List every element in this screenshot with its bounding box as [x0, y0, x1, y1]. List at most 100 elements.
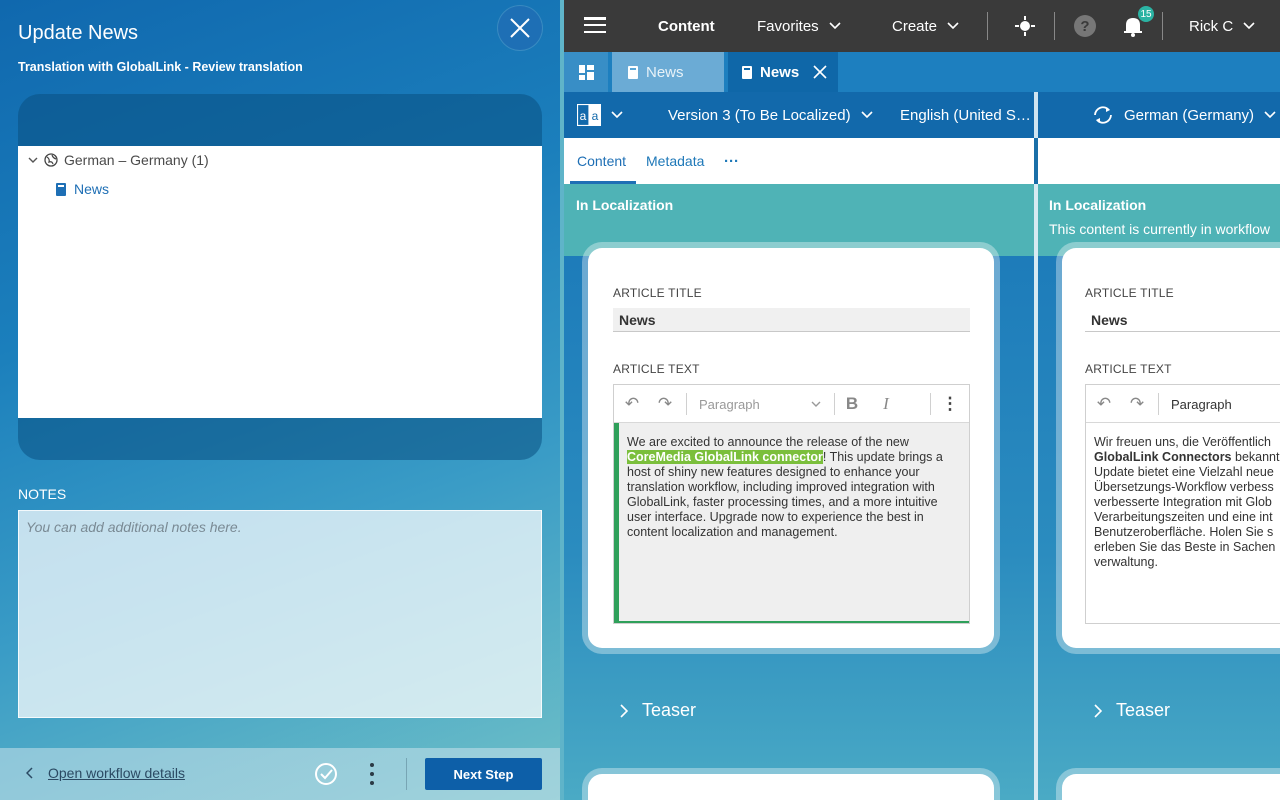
notes-label: NOTES: [18, 486, 67, 502]
nav-create[interactable]: Create: [892, 0, 959, 52]
article-title-input[interactable]: News: [1085, 308, 1280, 332]
teaser-label: Teaser: [642, 700, 697, 720]
next-card: [1062, 774, 1280, 800]
teaser-section[interactable]: Teaser: [620, 700, 696, 721]
source-column: In Localization ARTICLE TITLE News ARTIC…: [564, 184, 1034, 800]
article-text-body[interactable]: Wir freuen uns, die Veröffentlich Global…: [1086, 423, 1280, 623]
chevron-down-icon[interactable]: [28, 155, 38, 165]
tab-news-active[interactable]: News: [728, 52, 838, 92]
undo-icon[interactable]: ↶: [620, 392, 644, 416]
article-text-body[interactable]: We are excited to announce the release o…: [614, 423, 969, 623]
text-line: erleben Sie das Beste in Sachen: [1094, 540, 1276, 554]
chevron-down-icon: [811, 401, 821, 407]
undo-icon[interactable]: ↶: [1092, 392, 1116, 416]
content-tabs: Content Metadata ···: [564, 138, 1034, 184]
user-name: Rick C: [1189, 17, 1234, 35]
menu-icon[interactable]: [584, 17, 606, 33]
rich-text-editor: ↶ ↷ Paragraph B I ⋮ We are excited to an…: [613, 384, 970, 624]
article-card: ARTICLE TITLE News ARTICLE TEXT ↶ ↷ Para…: [1062, 248, 1280, 648]
open-workflow-details-link[interactable]: Open workflow details: [26, 765, 185, 781]
chevron-down-icon: [861, 111, 873, 119]
text-line: Benutzeroberfläche. Holen Sie s: [1094, 525, 1274, 539]
status-description: This content is currently in workflow: [1049, 221, 1270, 237]
source-locale: English (United S…: [900, 106, 1031, 124]
teaser-label: Teaser: [1116, 700, 1171, 720]
article-icon: [56, 182, 66, 196]
topbar-divider: [1162, 12, 1163, 40]
svg-text:a: a: [592, 109, 599, 123]
chevron-down-icon: [1264, 111, 1276, 119]
article-text-label: ARTICLE TEXT: [1085, 362, 1172, 376]
more-vertical-icon[interactable]: [364, 760, 380, 788]
editor-toolbar: ↶ ↷ Paragraph B I ⋮: [614, 385, 969, 423]
notification-badge: 15: [1138, 6, 1154, 22]
tab-content[interactable]: Content: [577, 138, 626, 184]
tree-node-news[interactable]: News: [56, 181, 109, 197]
tree-node-language[interactable]: German – Germany (1): [28, 152, 209, 168]
close-button[interactable]: [498, 6, 542, 50]
more-vertical-icon[interactable]: ⋮: [938, 392, 962, 416]
target-locale-select[interactable]: German (Germany): [1092, 92, 1276, 138]
toolbar-divider: [930, 393, 931, 415]
close-icon[interactable]: [813, 65, 827, 79]
open-workflow-details-label: Open workflow details: [48, 765, 185, 781]
redo-icon[interactable]: ↷: [1125, 392, 1149, 416]
nav-favorites[interactable]: Favorites: [757, 0, 841, 52]
nav-favorites-label: Favorites: [757, 17, 819, 35]
nav-content[interactable]: Content: [658, 0, 715, 52]
help-icon[interactable]: ?: [1073, 14, 1097, 38]
translation-tree: German – Germany (1) News: [18, 146, 542, 418]
tab-news[interactable]: News: [612, 52, 724, 92]
chevron-down-icon: [1243, 22, 1255, 30]
redo-icon[interactable]: ↷: [653, 392, 677, 416]
paragraph-style-select[interactable]: Paragraph: [699, 385, 821, 423]
globe-icon: [44, 153, 58, 167]
bold-text: GlobalLink Connectors: [1094, 450, 1232, 464]
top-navigation-bar: Content Favorites Create ? 15 Rick C: [564, 0, 1280, 52]
text-line: bekannt: [1235, 450, 1280, 464]
more-tabs-icon[interactable]: ···: [724, 138, 739, 184]
text-line: Verarbeitungszeiten und eine int: [1094, 510, 1273, 524]
tab-metadata[interactable]: Metadata: [646, 138, 704, 184]
tab-news-active-label: News: [760, 63, 800, 81]
dashboard-icon: [578, 64, 594, 80]
workflow-panel: Update News Translation with GlobalLink …: [0, 0, 560, 800]
svg-text:?: ?: [1080, 18, 1089, 35]
text-line: verwaltung.: [1094, 555, 1158, 569]
text-line: Übersetzungs-Workflow verbess: [1094, 480, 1274, 494]
translation-view-toggle[interactable]: a a: [577, 92, 623, 138]
editor-toolbar: ↶ ↷ Paragraph: [1086, 385, 1280, 423]
paragraph-style-select[interactable]: Paragraph: [1171, 385, 1280, 423]
rich-text-editor: ↶ ↷ Paragraph Wir freuen uns, die Veröff…: [1085, 384, 1280, 624]
target-locale-label: German (Germany): [1124, 106, 1255, 124]
article-card: ARTICLE TITLE News ARTICLE TEXT ↶ ↷ Para…: [588, 248, 994, 648]
toolbar-divider: [1034, 92, 1038, 138]
tree-node-news-label: News: [74, 181, 110, 197]
notes-textarea[interactable]: You can add additional notes here.: [18, 510, 542, 718]
tab-news-label: News: [646, 63, 684, 81]
text-line: Wir freuen uns, die Veröffentlich: [1094, 435, 1271, 449]
teaser-section[interactable]: Teaser: [1094, 700, 1170, 721]
version-select[interactable]: Version 3 (To Be Localized): [668, 92, 873, 138]
locate-icon[interactable]: [1013, 14, 1037, 38]
close-icon: [510, 18, 530, 38]
toolbar-divider: [834, 393, 835, 415]
chevron-left-icon: [26, 767, 33, 779]
tab-dashboard[interactable]: [564, 52, 608, 92]
translation-tree-card: German – Germany (1) News: [18, 94, 542, 460]
topbar-divider: [987, 12, 988, 40]
panel-title: Update News: [18, 22, 139, 44]
bold-icon[interactable]: B: [840, 392, 864, 416]
user-menu[interactable]: Rick C: [1189, 0, 1255, 52]
article-title-input[interactable]: News: [613, 308, 970, 332]
notes-placeholder: You can add additional notes here.: [26, 519, 242, 535]
panel-subtitle: Translation with GlobalLink - Review tra…: [18, 60, 303, 74]
italic-icon[interactable]: I: [874, 392, 898, 416]
article-icon: [628, 65, 638, 79]
status-banner: In Localization: [564, 184, 1034, 256]
text-line: Update bietet eine Vielzahl neue: [1094, 465, 1274, 479]
text-line: verbesserte Integration mit Glob: [1094, 495, 1272, 509]
next-step-button[interactable]: Next Step: [425, 758, 542, 790]
article-text-start: We are excited to announce the release o…: [627, 435, 909, 449]
check-circle-icon[interactable]: [314, 762, 338, 786]
